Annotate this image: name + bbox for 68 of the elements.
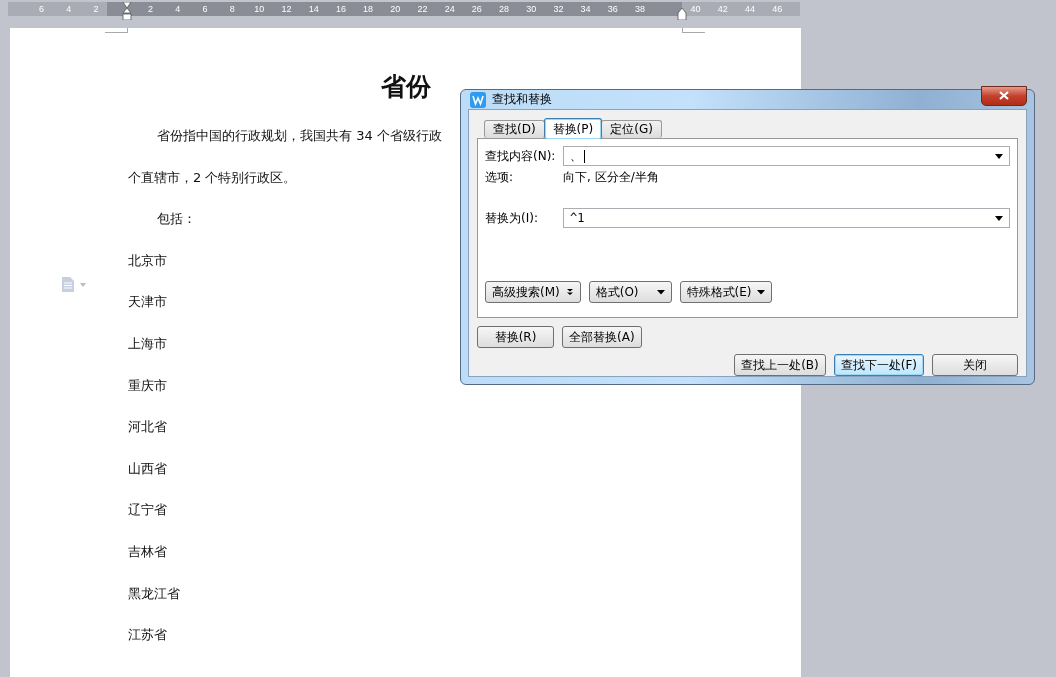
dropdown-caret-icon[interactable]: [995, 153, 1003, 159]
ruler-number: 18: [362, 4, 375, 14]
ruler-number: 2: [92, 4, 100, 14]
list-item: 北京市: [128, 251, 167, 270]
tab[interactable]: 查找(D): [484, 120, 545, 138]
ruler-number: 40: [689, 4, 702, 14]
list-item: 山西省: [128, 459, 167, 478]
list-item: 上海市: [128, 334, 167, 353]
document-title: 省份: [380, 71, 431, 103]
paragraph: 省份指中国的行政规划，我国共有 34 个省级行政: [157, 127, 442, 145]
ruler-number: 30: [525, 4, 538, 14]
dropdown-caret-icon[interactable]: [656, 288, 665, 296]
field-label: 查找内容(N):: [485, 147, 557, 165]
options-text: 向下, 区分全/半角: [563, 168, 659, 186]
list-item: 辽宁省: [128, 501, 167, 520]
close-button[interactable]: [981, 85, 1027, 106]
list-item: 吉林省: [128, 542, 167, 561]
list-item: 黑龙江省: [128, 584, 180, 603]
right-indent-marker-icon[interactable]: [677, 8, 687, 20]
dialog-button[interactable]: 查找下一处(F): [833, 354, 924, 376]
expand-caret-icon[interactable]: [565, 288, 574, 296]
paragraph: 包括：: [157, 210, 196, 229]
dropdown-caret-icon[interactable]: [757, 288, 766, 296]
replace-field[interactable]: ^1: [563, 208, 1010, 228]
options-label: 选项:: [485, 168, 515, 186]
list-item: 天津市: [128, 293, 167, 312]
paragraph: 个直辖市，2 个特别行政区。: [128, 168, 297, 187]
ruler-number: 2: [147, 4, 155, 14]
list-item: 江苏省: [128, 626, 167, 645]
ruler-number: 14: [307, 4, 320, 14]
ruler-number: 42: [716, 4, 729, 14]
ruler-number: 4: [174, 4, 182, 14]
close-icon[interactable]: [999, 91, 1009, 100]
ruler-number: 6: [38, 4, 46, 14]
indent-marker-icon[interactable]: [122, 2, 132, 20]
ruler-number: 6: [201, 4, 209, 14]
dropdown-caret-icon[interactable]: [995, 215, 1003, 221]
ruler-number: 10: [253, 4, 266, 14]
list-item: 重庆市: [128, 376, 167, 395]
ruler-number: 44: [743, 4, 756, 14]
dialog-button[interactable]: 关闭: [932, 354, 1018, 376]
replace-button[interactable]: 全部替换(A): [562, 326, 642, 348]
ruler-number: 12: [280, 4, 293, 14]
menu-button[interactable]: 格式(O): [588, 281, 672, 303]
ruler-number: 34: [579, 4, 592, 14]
ruler-number: 28: [498, 4, 511, 14]
app-logo-icon: [470, 91, 486, 108]
menu-button[interactable]: 高级搜索(M): [485, 281, 581, 303]
tab[interactable]: 定位(G): [601, 120, 662, 138]
tab[interactable]: 替换(P): [543, 118, 603, 139]
dialog-title: 查找和替换: [492, 91, 552, 108]
menu-button[interactable]: 特殊格式(E): [679, 281, 773, 303]
ruler-number: 22: [416, 4, 429, 14]
list-item: 河北省: [128, 418, 167, 437]
ruler-number: 26: [470, 4, 483, 14]
ruler-number: 36: [606, 4, 619, 14]
ruler-number: 16: [334, 4, 347, 14]
field-label: 替换为(I):: [485, 209, 539, 227]
ruler-number: 4: [65, 4, 73, 14]
ruler-number: 8: [228, 4, 236, 14]
ruler-number: 24: [443, 4, 456, 14]
ruler-number: 38: [633, 4, 646, 14]
ruler-number: 32: [552, 4, 565, 14]
find-field[interactable]: 、: [563, 146, 1010, 166]
ruler-number: 46: [771, 4, 784, 14]
dialog-button[interactable]: 查找上一处(B): [734, 354, 826, 376]
replace-button[interactable]: 替换(R): [477, 326, 554, 348]
ruler-number: 20: [389, 4, 402, 14]
